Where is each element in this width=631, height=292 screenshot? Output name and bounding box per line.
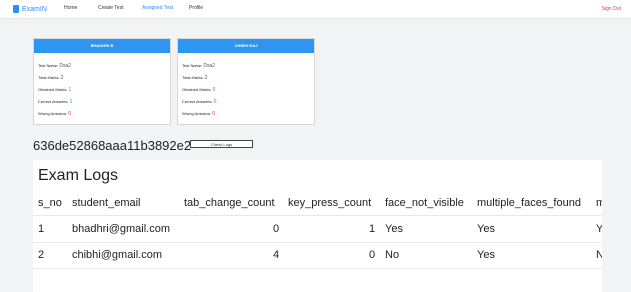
column-header: tab_change_count — [184, 197, 275, 209]
wrong-answers-label: Wrong Answers: — [182, 111, 212, 116]
wrong-answers-value: 0 — [68, 111, 71, 117]
cell-truncated: N — [596, 249, 602, 261]
wrong-answers-label: Wrong Answers: — [38, 111, 68, 116]
card-header: CHIBHI RAJ — [178, 39, 314, 53]
obtained-marks-row: Obtained Marks: 1 — [38, 87, 71, 93]
test-name-label: Test Name: — [182, 63, 203, 68]
exam-logs-panel: Exam Logs s_no student_email tab_change_… — [33, 160, 602, 292]
correct-answers-row: Correct Answers: 0 — [182, 99, 216, 105]
total-marks-label: Total Marks: — [182, 75, 204, 80]
row-divider — [33, 242, 602, 243]
test-id: 636de52868aaa11b3892e2 — [33, 138, 192, 153]
correct-answers-value: 0 — [213, 99, 217, 105]
student-result-card: BHADHRI B Test Name: Dsa2 Total Marks: 2… — [33, 38, 171, 125]
column-header: multiple_faces_found — [477, 197, 581, 209]
total-marks-label: Total Marks: — [38, 75, 60, 80]
cell-truncated: Y — [596, 223, 602, 235]
brand-name: ExamIN — [22, 5, 47, 13]
wrong-answers-row: Wrong Answers: 0 — [182, 111, 215, 117]
nav-assigned-test[interactable]: Assigned Test — [142, 5, 173, 11]
cell-multiple-faces-found: Yes — [477, 223, 495, 235]
column-header: key_press_count — [288, 197, 372, 209]
total-marks-row: Total Marks: 2 — [38, 75, 63, 81]
column-header: student_email — [72, 197, 141, 209]
total-marks-row: Total Marks: 2 — [182, 75, 207, 81]
cell-tab-change-count: 0 — [273, 223, 280, 235]
test-name-row: Test Name: Dsa2 — [182, 63, 215, 69]
logo-icon — [13, 5, 19, 13]
nav-profile[interactable]: Profile — [189, 5, 203, 11]
nav-home[interactable]: Home — [64, 5, 77, 11]
total-marks-value: 2 — [60, 75, 64, 81]
test-name-row: Test Name: Dsa2 — [38, 63, 71, 69]
obtained-marks-row: Obtained Marks: 0 — [182, 87, 215, 93]
cell-s-no: 2 — [38, 249, 45, 261]
wrong-answers-row: Wrong Answers: 0 — [38, 111, 71, 117]
test-name-value: Dsa2 — [59, 63, 72, 69]
student-result-card: CHIBHI RAJ Test Name: Dsa2 Total Marks: … — [177, 38, 315, 125]
obtained-marks-value: 1 — [68, 87, 72, 93]
correct-answers-label: Correct Answers: — [182, 99, 213, 104]
test-name-label: Test Name: — [38, 63, 59, 68]
nav-create-test[interactable]: Create Test — [98, 5, 123, 11]
check-logs-button[interactable]: Check Logs — [190, 140, 253, 148]
column-header: face_not_visible — [385, 197, 464, 209]
cell-multiple-faces-found: Yes — [477, 249, 495, 261]
cell-tab-change-count: 4 — [273, 249, 280, 261]
cell-key-press-count: 0 — [369, 249, 376, 261]
correct-answers-value: 1 — [69, 99, 73, 105]
cell-student-email: chibhi@gmail.com — [72, 249, 163, 261]
wrong-answers-value: 0 — [212, 111, 215, 117]
total-marks-value: 2 — [204, 75, 208, 81]
correct-answers-label: Correct Answers: — [38, 99, 69, 104]
cell-face-not-visible: Yes — [385, 223, 403, 235]
cell-student-email: bhadhri@gmail.com — [72, 223, 170, 235]
obtained-marks-label: Obtained Marks: — [38, 87, 68, 92]
navbar: ExamIN Home Create Test Assigned Test Pr… — [0, 0, 631, 19]
column-header: m — [596, 197, 602, 209]
correct-answers-row: Correct Answers: 1 — [38, 99, 72, 105]
cell-s-no: 1 — [38, 223, 45, 235]
row-divider — [33, 215, 602, 216]
row-divider — [33, 268, 602, 269]
exam-logs-title: Exam Logs — [38, 167, 119, 184]
brand[interactable]: ExamIN — [13, 4, 47, 14]
sign-out-link[interactable]: Sign Out — [602, 6, 621, 12]
card-header: BHADHRI B — [34, 39, 170, 53]
cell-key-press-count: 1 — [369, 223, 376, 235]
column-header: s_no — [38, 197, 62, 209]
cell-face-not-visible: No — [385, 249, 400, 261]
obtained-marks-label: Obtained Marks: — [182, 87, 212, 92]
test-name-value: Dsa2 — [203, 63, 216, 69]
obtained-marks-value: 0 — [212, 87, 216, 93]
